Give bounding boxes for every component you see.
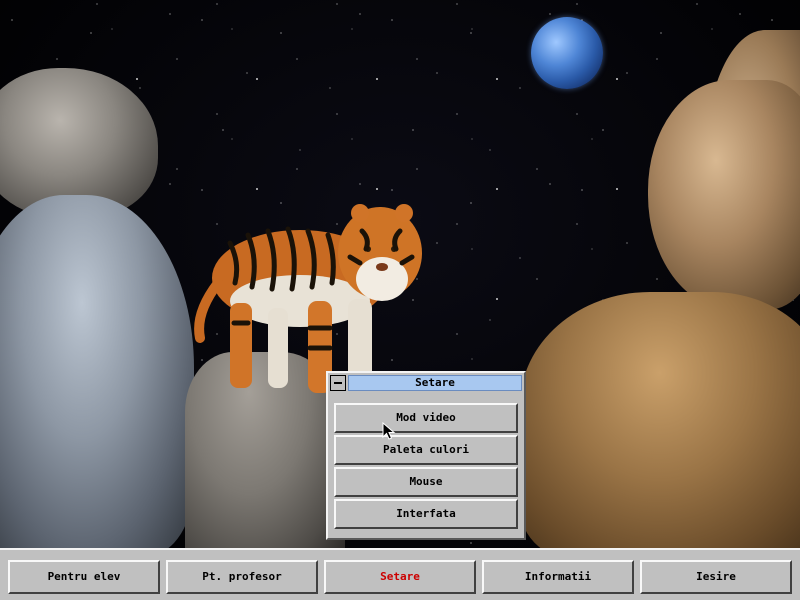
paleta-culori-button[interactable]: Paleta culori (334, 435, 518, 465)
main-menu-bar: Pentru elev Pt. profesor Setare Informat… (0, 548, 800, 600)
rock-right-lower (520, 292, 800, 548)
window-title: Setare (348, 375, 522, 391)
mouse-cursor-icon (382, 422, 396, 440)
mod-video-button[interactable]: Mod video (334, 403, 518, 433)
interfata-button[interactable]: Interfata (334, 499, 518, 529)
minus-icon[interactable] (330, 375, 346, 391)
setare-button[interactable]: Setare (324, 560, 476, 594)
settings-window: Setare Mod video Paleta culori Mouse Int… (326, 371, 526, 540)
window-title-bar: Setare (330, 375, 522, 391)
informatii-button[interactable]: Informatii (482, 560, 634, 594)
mouse-button[interactable]: Mouse (334, 467, 518, 497)
pt-profesor-button[interactable]: Pt. profesor (166, 560, 318, 594)
pentru-elev-button[interactable]: Pentru elev (8, 560, 160, 594)
iesire-button[interactable]: Iesire (640, 560, 792, 594)
planet-earth (531, 17, 603, 89)
